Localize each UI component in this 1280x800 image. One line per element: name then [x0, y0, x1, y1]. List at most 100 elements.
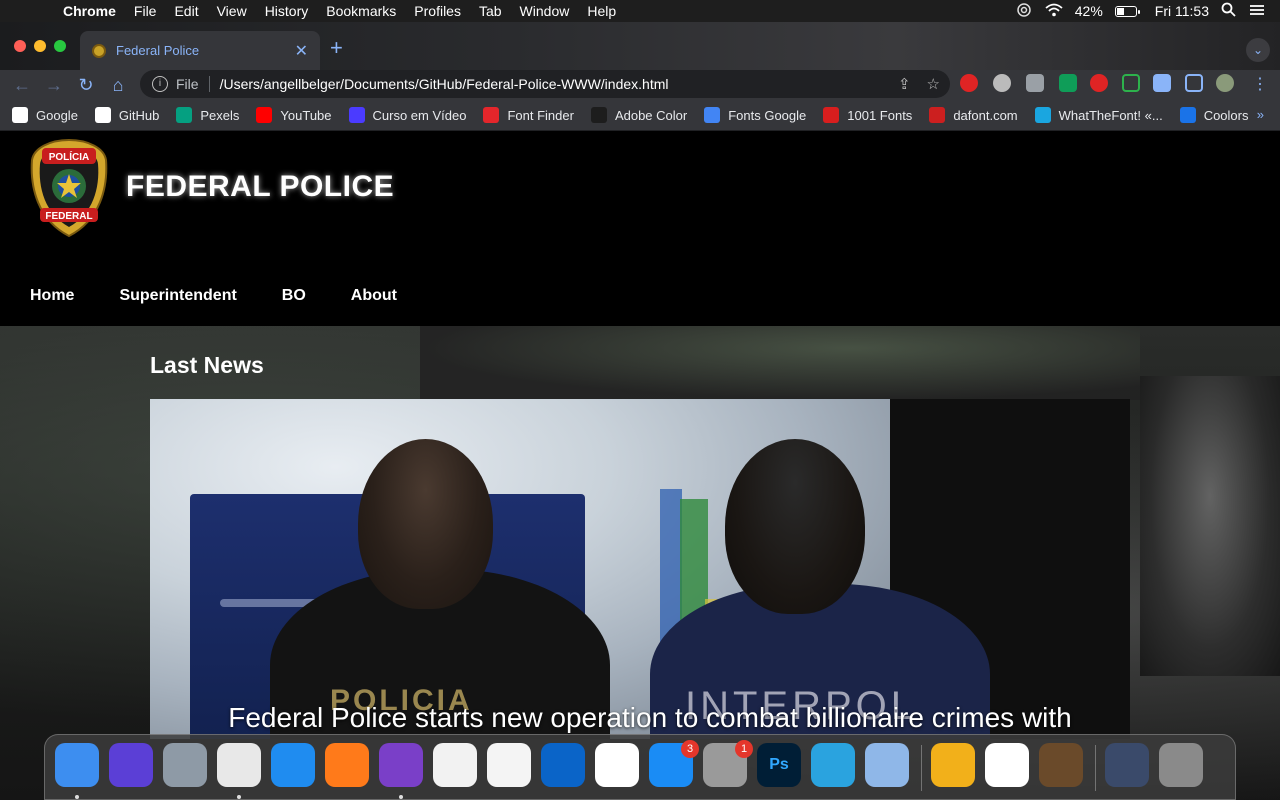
- nav-link-about[interactable]: About: [351, 287, 397, 305]
- bookmark-google[interactable]: Google: [12, 107, 78, 123]
- eyedropper-extension-icon[interactable]: [1026, 74, 1044, 92]
- site-info-icon[interactable]: i: [152, 76, 168, 92]
- url-text[interactable]: /Users/angellbelger/Documents/GitHub/Fed…: [220, 76, 669, 92]
- dock-glyph: Ps: [769, 756, 789, 773]
- more-bookmarks-chevron-icon[interactable]: »: [1257, 107, 1264, 122]
- bookmark-coolors[interactable]: Coolors: [1179, 107, 1248, 123]
- nav-link-superintendent[interactable]: Superintendent: [119, 287, 236, 305]
- colorzilla-extension-icon[interactable]: [1059, 74, 1077, 92]
- bookmark-pexels[interactable]: Pexels: [176, 107, 239, 123]
- chrome-menu-kebab-icon[interactable]: ⋮: [1252, 74, 1268, 94]
- close-window-button[interactable]: [14, 40, 26, 52]
- dock-notification-badge: 1: [735, 740, 753, 758]
- dock-photos-icon[interactable]: [433, 743, 477, 787]
- adblock-extension-icon[interactable]: [960, 74, 978, 92]
- lastpass-extension-icon[interactable]: [1090, 74, 1108, 92]
- profile-avatar[interactable]: [1216, 74, 1234, 92]
- menu-tab[interactable]: Tab: [470, 0, 511, 22]
- menu-view[interactable]: View: [208, 0, 256, 22]
- side-panel-icon[interactable]: [1185, 74, 1203, 92]
- dock-bluestacks-icon[interactable]: [931, 743, 975, 787]
- bookmark-dafont-com[interactable]: dafont.com: [929, 107, 1018, 123]
- dock-photoshop-icon[interactable]: Ps: [757, 743, 801, 787]
- bookmark-whatthefont[interactable]: WhatTheFont! «...: [1034, 107, 1163, 123]
- dock-video-player-icon[interactable]: [1039, 743, 1083, 787]
- address-bar[interactable]: i File /Users/angellbelger/Documents/Git…: [140, 70, 950, 98]
- tab-search-chevron-down-icon[interactable]: ⌄: [1246, 38, 1270, 62]
- logo-text-bottom: FEDERAL: [45, 211, 92, 222]
- back-arrow-icon[interactable]: ←: [6, 75, 38, 96]
- menu-profiles[interactable]: Profiles: [405, 0, 470, 22]
- dock-word-icon[interactable]: [595, 743, 639, 787]
- federal-police-badge-logo[interactable]: POLÍCIA FEDERAL: [30, 138, 108, 238]
- dock-running-indicator: [237, 795, 241, 799]
- bookmark-favicon-icon: [823, 107, 840, 123]
- macos-menu-bar: Chrome File Edit View History Bookmarks …: [0, 0, 1280, 22]
- wifi-icon[interactable]: [1045, 3, 1063, 20]
- dock-chrome-icon[interactable]: [217, 743, 261, 787]
- bookmark-label: Google: [36, 107, 78, 123]
- nav-link-bo[interactable]: BO: [282, 287, 306, 305]
- minimize-window-button[interactable]: [34, 40, 46, 52]
- extensions-puzzle-icon[interactable]: [1153, 74, 1171, 92]
- bookmark-favicon-icon: [256, 107, 273, 123]
- dock-outlook-icon[interactable]: [541, 743, 585, 787]
- bookmark-youtube[interactable]: YouTube: [256, 107, 332, 123]
- dock-safari-icon[interactable]: [271, 743, 315, 787]
- spotlight-search-icon[interactable]: [1221, 2, 1236, 20]
- dock-preview-stack-icon[interactable]: [1105, 743, 1149, 787]
- bookmark-favicon-icon: [1034, 107, 1051, 123]
- reload-icon[interactable]: ↻: [70, 75, 102, 96]
- screenshot-extension-icon[interactable]: [1122, 74, 1140, 92]
- bookmark-adobe-color[interactable]: Adobe Color: [590, 107, 687, 123]
- bookmark-curso-em-v-deo[interactable]: Curso em Vídeo: [348, 107, 466, 123]
- browser-tab-strip: Federal Police ✕ + ⌄: [0, 22, 1280, 70]
- dock-telegram-icon[interactable]: [811, 743, 855, 787]
- dock-music-icon[interactable]: [487, 743, 531, 787]
- dock-siri-icon[interactable]: [109, 743, 153, 787]
- dock-excel-icon[interactable]: [985, 743, 1029, 787]
- bookmark-label: Pexels: [200, 107, 240, 123]
- creative-cloud-icon[interactable]: [1015, 2, 1033, 20]
- menu-app-name[interactable]: Chrome: [54, 0, 125, 22]
- dock-finder-icon[interactable]: [55, 743, 99, 787]
- zoom-window-button[interactable]: [54, 40, 66, 52]
- bookmark-1001-fonts[interactable]: 1001 Fonts: [823, 107, 912, 123]
- menu-help[interactable]: Help: [578, 0, 625, 22]
- bookmark-label: WhatTheFont! «...: [1058, 107, 1163, 123]
- site-title: FEDERAL POLICE: [126, 170, 395, 203]
- close-tab-icon[interactable]: ✕: [295, 41, 308, 61]
- news-card[interactable]: POLICIA INTERPOL: [150, 399, 1130, 739]
- clock[interactable]: Fri 11:53: [1155, 3, 1209, 19]
- menu-bookmarks[interactable]: Bookmarks: [317, 0, 405, 22]
- nav-link-home[interactable]: Home: [30, 287, 74, 305]
- settings-gear-extension-icon[interactable]: [993, 74, 1011, 92]
- forward-arrow-icon[interactable]: →: [38, 75, 70, 96]
- bookmark-github[interactable]: GitHub: [94, 107, 159, 123]
- menu-window[interactable]: Window: [511, 0, 579, 22]
- bookmark-fonts-google[interactable]: Fonts Google: [704, 107, 806, 123]
- bookmark-favicon-icon: [1179, 107, 1196, 123]
- bookmark-favicon-icon: [590, 107, 607, 123]
- tab-federal-police[interactable]: Federal Police ✕: [80, 31, 320, 70]
- control-center-icon[interactable]: [1248, 3, 1266, 20]
- menu-file[interactable]: File: [125, 0, 166, 22]
- menu-edit[interactable]: Edit: [165, 0, 207, 22]
- news-photo[interactable]: POLICIA INTERPOL: [150, 399, 990, 739]
- dock-launchpad-icon[interactable]: [163, 743, 207, 787]
- new-tab-button[interactable]: +: [330, 37, 343, 59]
- bookmark-label: YouTube: [280, 107, 332, 123]
- bookmark-font-finder[interactable]: Font Finder: [483, 107, 574, 123]
- dock-trash-icon[interactable]: [1159, 743, 1203, 787]
- menu-history[interactable]: History: [256, 0, 318, 22]
- hero-foliage: [420, 326, 1140, 400]
- dock-github-desktop-icon[interactable]: [379, 743, 423, 787]
- dock-xcode-helper-icon[interactable]: [865, 743, 909, 787]
- home-icon[interactable]: ⌂: [102, 75, 134, 96]
- battery-icon[interactable]: [1114, 5, 1140, 17]
- news-caption[interactable]: Federal Police starts new operation to c…: [150, 701, 1150, 735]
- bookmark-star-icon[interactable]: ☆: [927, 75, 940, 93]
- dock-firefox-icon[interactable]: [325, 743, 369, 787]
- share-icon[interactable]: ⇪: [898, 75, 911, 93]
- browser-toolbar: ← → ↻ ⌂ i File /Users/angellbelger/Docum…: [0, 70, 1280, 100]
